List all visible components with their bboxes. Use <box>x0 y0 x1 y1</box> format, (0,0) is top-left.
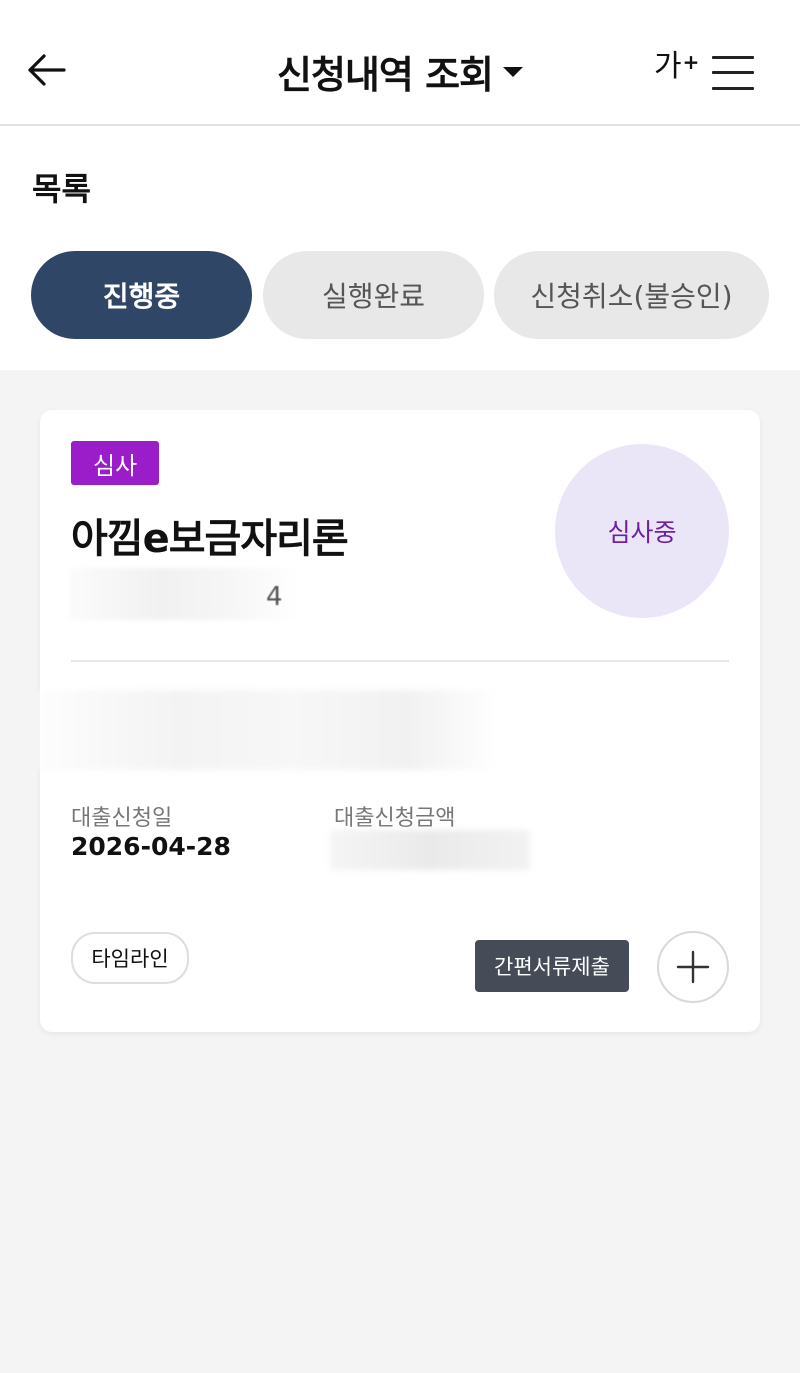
masked-property-address <box>40 690 500 770</box>
tab-in-progress[interactable]: 진행중 <box>31 251 252 339</box>
application-amount-label: 대출신청금액 <box>334 806 456 831</box>
masked-application-number <box>70 568 298 620</box>
plus-icon <box>676 950 710 984</box>
status-badge: 심사 <box>71 441 160 485</box>
application-card: 심사 아낌e보금자리론 4 심사중 대출신청일 2026-04-28 대출신청금… <box>40 410 760 1032</box>
page-title: 신청내역 조회 <box>277 53 494 97</box>
font-size-label: 가 <box>654 49 682 84</box>
tab-completed[interactable]: 실행완료 <box>263 251 484 339</box>
status-text: 심사중 <box>607 518 677 547</box>
application-date-value: 2026-04-28 <box>71 832 231 861</box>
more-actions-button[interactable] <box>657 931 729 1003</box>
loan-product-name: 아낌e보금자리론 <box>71 516 349 562</box>
app-header: 신청내역 조회 가+ <box>0 0 800 126</box>
masked-application-amount <box>330 830 530 870</box>
list-section: 목록 진행중 실행완료 신청취소(불승인) <box>0 126 800 370</box>
font-size-plus: + <box>682 50 700 74</box>
divider <box>71 660 729 662</box>
application-date-label: 대출신청일 <box>71 806 173 831</box>
caret-down-icon <box>503 66 523 77</box>
hamburger-menu-icon <box>712 56 754 59</box>
menu-button[interactable] <box>712 54 754 92</box>
timeline-button[interactable]: 타임라인 <box>71 932 189 984</box>
font-size-button[interactable]: 가+ <box>654 52 699 82</box>
section-title: 목록 <box>32 170 91 208</box>
tab-cancelled[interactable]: 신청취소(불승인) <box>494 251 769 339</box>
submit-documents-button[interactable]: 간편서류제출 <box>475 940 629 992</box>
hamburger-menu-icon-line <box>712 87 754 90</box>
masked-number-tail: 4 <box>266 582 283 612</box>
hamburger-menu-icon-line <box>712 71 754 74</box>
status-circle: 심사중 <box>555 444 729 618</box>
